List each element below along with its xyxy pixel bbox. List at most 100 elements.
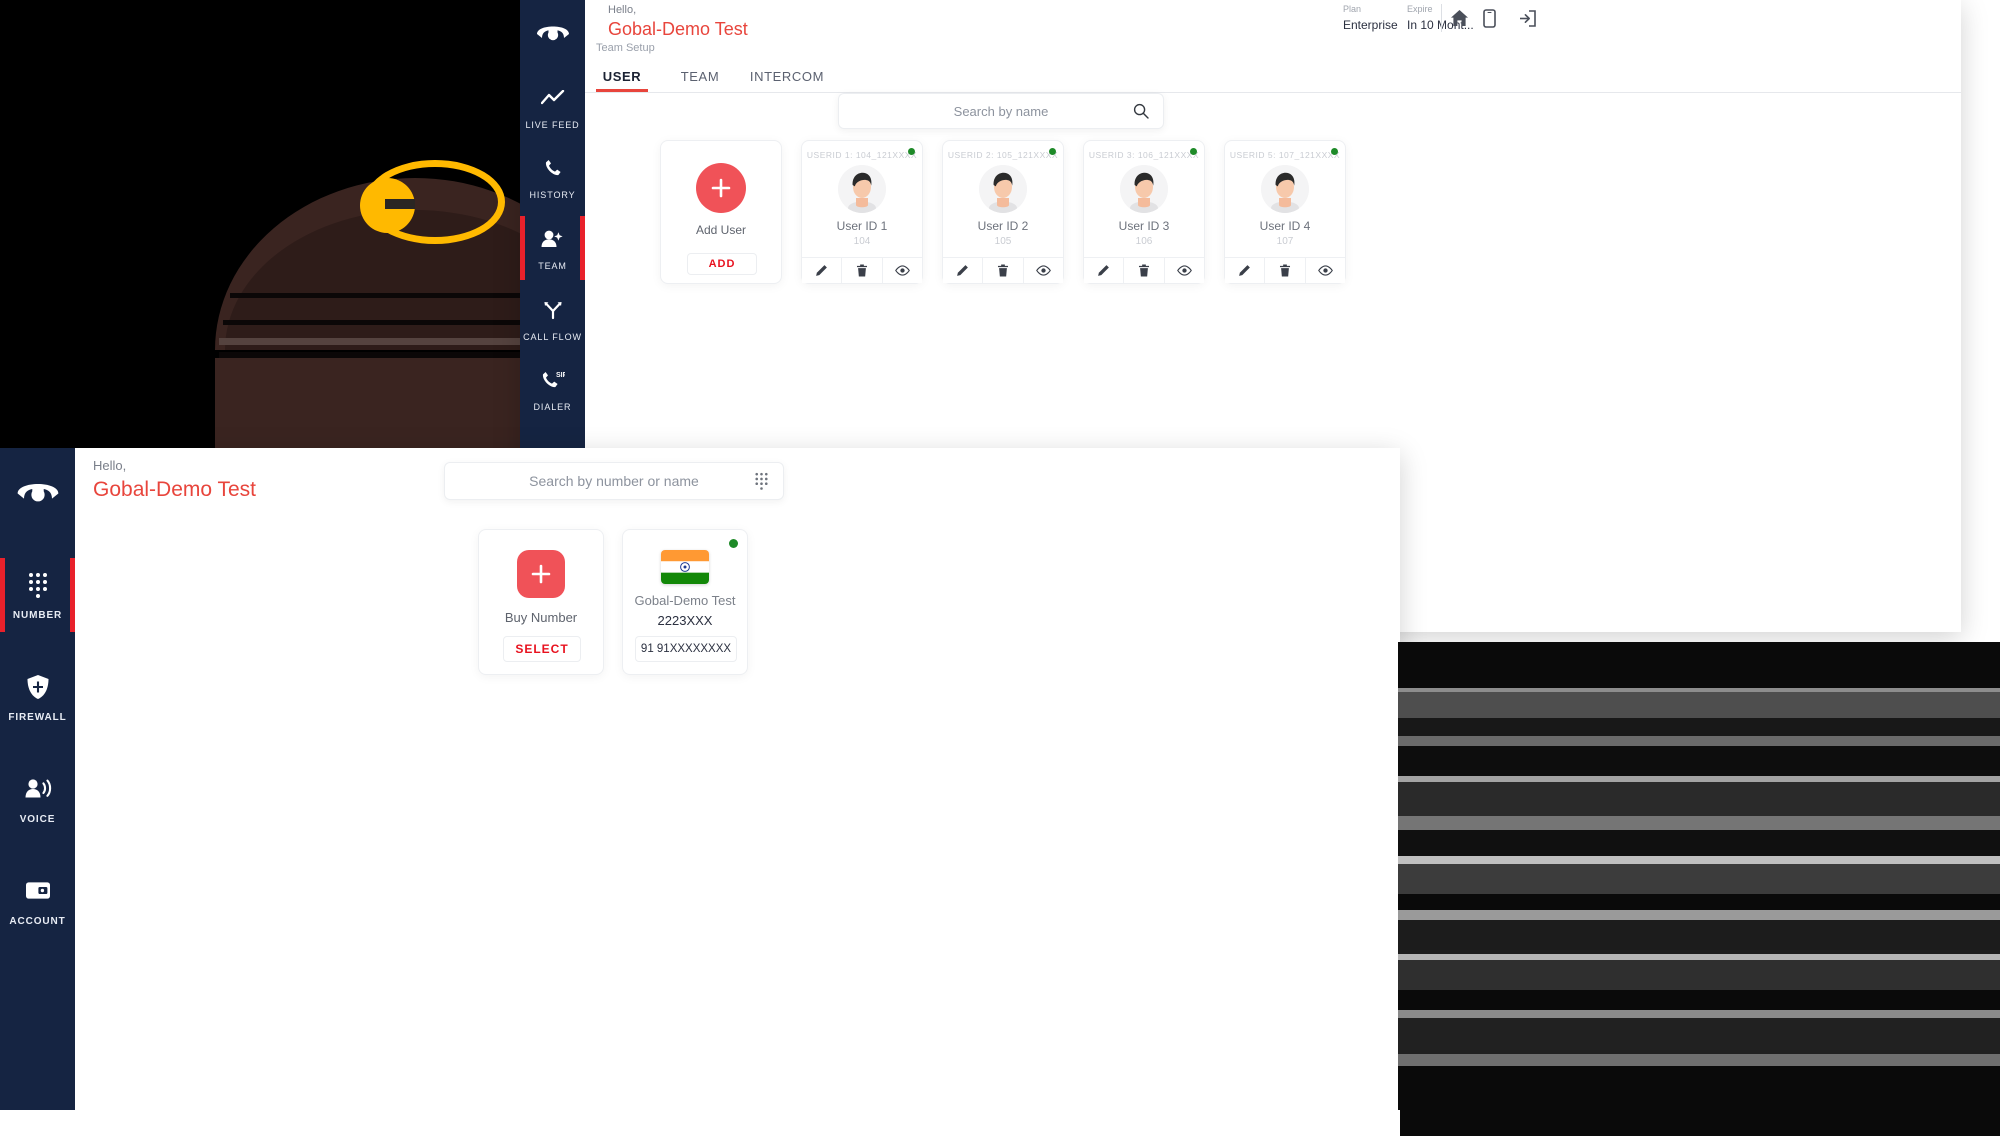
user-card-extension: 106 <box>1135 236 1153 247</box>
status-online-dot <box>1331 148 1338 155</box>
call-flow-icon <box>542 297 564 323</box>
edit-icon[interactable] <box>1225 258 1266 283</box>
add-user-card[interactable]: Add User ADD <box>660 140 782 284</box>
sidebar-item-firewall[interactable]: FIREWALL <box>0 660 75 734</box>
sidebar-item-label: CALL FLOW <box>523 331 582 342</box>
user-card[interactable]: USERID 5: 107_121XXXX User ID 4 107 <box>1224 140 1346 284</box>
number-card-name: Gobal-Demo Test <box>634 593 736 608</box>
search-input[interactable]: Search by number or name <box>529 473 699 489</box>
user-card[interactable]: USERID 1: 104_121XXXX User ID 1 104 <box>801 140 923 284</box>
user-add-icon <box>540 226 566 252</box>
user-card-extension: 104 <box>853 236 871 247</box>
logout-icon[interactable] <box>1513 4 1541 32</box>
phone-hangup-icon <box>14 468 62 514</box>
plan-value: Enterprise <box>1343 18 1398 32</box>
sidebar-item-label: ACCOUNT <box>9 915 66 927</box>
voice-icon <box>24 774 52 804</box>
tab-label: INTERCOM <box>749 69 825 84</box>
foreground-header-greeting: Hello, Gobal-Demo Test <box>93 458 256 502</box>
search-icon[interactable] <box>1133 103 1149 119</box>
foreground-sidebar: NUMBER FIREWALL VOICE ACCOUNT <box>0 448 75 1110</box>
sidebar-item-dialer[interactable]: SIP DIALER <box>520 358 585 420</box>
select-button[interactable]: SELECT <box>503 636 581 662</box>
svg-text:SIP: SIP <box>556 372 565 379</box>
screen-root: LIVE FEED HISTORY TEAM CALL FLOW SIP DIA… <box>0 0 2000 1136</box>
add-user-label: Add User <box>695 223 747 237</box>
plus-icon[interactable] <box>517 550 565 598</box>
view-icon[interactable] <box>882 258 922 283</box>
delete-icon[interactable] <box>842 258 883 283</box>
home-icon[interactable] <box>1445 4 1473 32</box>
tab-bar-rule <box>585 92 1961 93</box>
view-icon[interactable] <box>1164 258 1204 283</box>
phone-hangup-icon <box>535 12 571 52</box>
render-artifact-left <box>0 0 600 448</box>
tab-intercom[interactable]: INTERCOM <box>748 69 826 84</box>
user-card-extension: 107 <box>1276 236 1294 247</box>
status-online-dot <box>729 539 738 548</box>
user-card-userid: USERID 5: 107_121XXXX <box>1229 150 1341 160</box>
number-card-phone[interactable]: 91 91XXXXXXXX <box>635 636 737 662</box>
view-icon[interactable] <box>1023 258 1063 283</box>
sidebar-item-call-flow[interactable]: CALL FLOW <box>520 288 585 350</box>
sidebar-item-number[interactable]: NUMBER <box>0 558 75 632</box>
sidebar-item-history[interactable]: HISTORY <box>520 146 585 208</box>
tab-bar: USER TEAM INTERCOM <box>596 58 826 92</box>
greeting-label: Hello, <box>93 458 127 473</box>
sidebar-item-account[interactable]: ACCOUNT <box>0 864 75 938</box>
dialpad-icon <box>27 570 49 600</box>
number-card[interactable]: Gobal-Demo Test 2223XXX 91 91XXXXXXXX <box>622 529 748 675</box>
wallet-icon <box>25 876 51 906</box>
user-card-name: User ID 3 <box>1118 219 1170 233</box>
sidebar-item-team[interactable]: TEAM <box>520 216 585 280</box>
tab-label: TEAM <box>680 69 720 84</box>
avatar <box>979 165 1027 213</box>
buy-number-card[interactable]: Buy Number SELECT <box>478 529 604 675</box>
sidebar-item-voice[interactable]: VOICE <box>0 762 75 836</box>
user-card-name: User ID 1 <box>836 219 888 233</box>
user-card-name: User ID 2 <box>977 219 1029 233</box>
sip-phone-icon: SIP <box>541 367 565 393</box>
search-by-name-bar[interactable]: Search by name <box>838 93 1164 129</box>
number-card-phone-label: 91 91XXXXXXXX <box>640 643 732 655</box>
avatar <box>838 165 886 213</box>
delete-icon[interactable] <box>1124 258 1165 283</box>
edit-icon[interactable] <box>802 258 843 283</box>
user-card-name: User ID 4 <box>1259 219 1311 233</box>
user-card-actions <box>943 257 1063 283</box>
tab-label: USER <box>602 69 642 84</box>
mobile-icon[interactable] <box>1475 4 1503 32</box>
plan-column: Plan Enterprise <box>1343 4 1398 32</box>
view-icon[interactable] <box>1305 258 1345 283</box>
header-divider <box>1441 4 1442 32</box>
tab-user[interactable]: USER <box>596 69 648 92</box>
user-card[interactable]: USERID 3: 106_121XXXX User ID 3 106 <box>1083 140 1205 284</box>
sidebar-item-label: FIREWALL <box>8 711 67 723</box>
plus-icon[interactable] <box>696 163 746 213</box>
delete-icon[interactable] <box>1265 258 1306 283</box>
edit-icon[interactable] <box>1084 258 1125 283</box>
edit-icon[interactable] <box>943 258 984 283</box>
sidebar-item-label: DIALER <box>533 401 572 412</box>
sidebar-item-label: TEAM <box>538 260 567 271</box>
user-card[interactable]: USERID 2: 105_121XXXX User ID 2 105 <box>942 140 1064 284</box>
search-input[interactable]: Search by name <box>954 104 1049 119</box>
sidebar-item-label: NUMBER <box>12 609 63 621</box>
tab-team[interactable]: TEAM <box>674 69 726 84</box>
search-number-bar[interactable]: Search by number or name <box>444 462 784 500</box>
shield-icon <box>26 672 50 702</box>
user-card-userid: USERID 1: 104_121XXXX <box>806 150 918 160</box>
sidebar-item-label: HISTORY <box>529 189 576 200</box>
foreground-window-number: NUMBER FIREWALL VOICE ACCOUNT Hello, Gob… <box>0 448 1400 1110</box>
user-card-actions <box>802 257 922 283</box>
add-button[interactable]: ADD <box>687 253 757 275</box>
user-card-actions <box>1225 257 1345 283</box>
delete-icon[interactable] <box>983 258 1024 283</box>
status-online-dot <box>908 148 915 155</box>
user-card-userid: USERID 3: 106_121XXXX <box>1088 150 1200 160</box>
section-label: Team Setup <box>596 42 655 54</box>
sidebar-item-live-feed[interactable]: LIVE FEED <box>520 76 585 138</box>
background-header-greeting: Hello, Gobal-Demo Test <box>608 4 748 40</box>
dialpad-icon[interactable] <box>754 472 769 490</box>
user-card-extension: 105 <box>994 236 1012 247</box>
